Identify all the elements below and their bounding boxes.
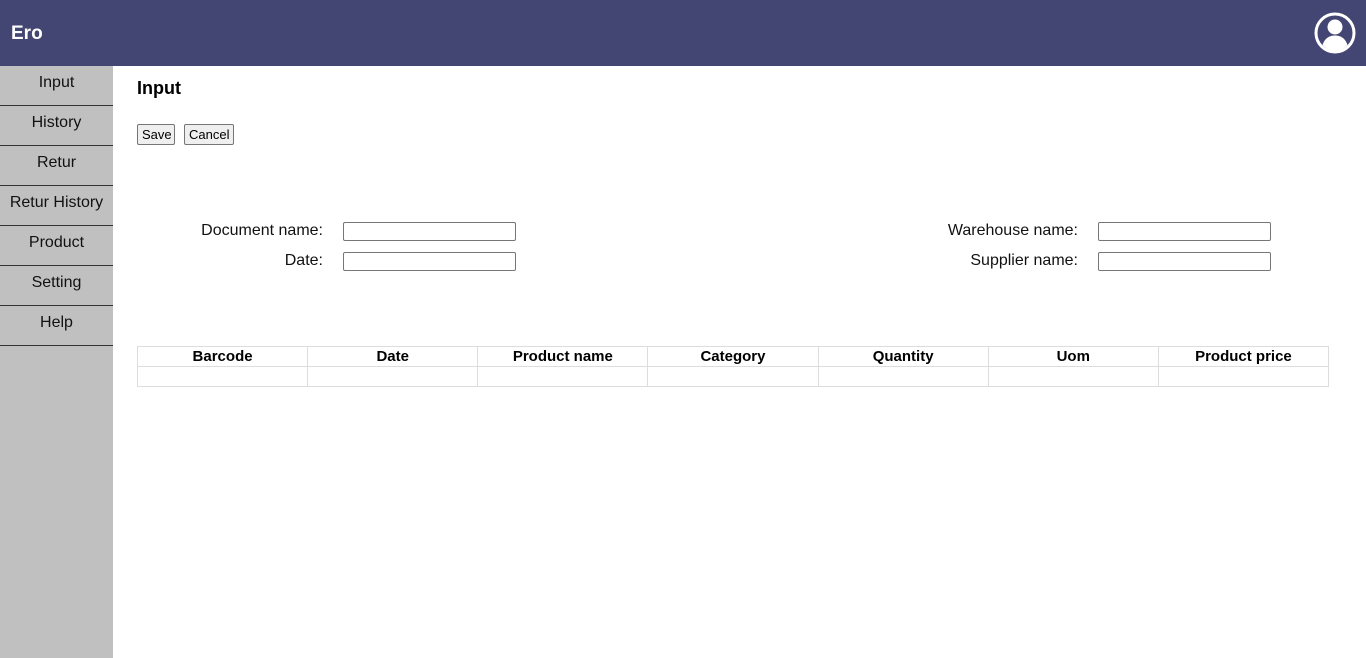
column-header-category: Category	[647, 346, 819, 367]
table-cell-uom[interactable]	[987, 366, 1159, 387]
column-header-product-name: Product name	[477, 346, 649, 367]
date-field[interactable]	[343, 252, 516, 271]
document-name-field[interactable]	[343, 222, 516, 241]
table-cell-quantity[interactable]	[817, 366, 989, 387]
user-circle-icon[interactable]	[1314, 12, 1356, 54]
app-title: Ero	[11, 23, 43, 44]
page-title: Input	[137, 78, 181, 98]
column-header-uom: Uom	[987, 346, 1159, 367]
sidebar-item-help[interactable]: Help	[0, 306, 113, 346]
sidebar-item-retur-history[interactable]: Retur History	[0, 186, 113, 226]
sidebar-item-product[interactable]: Product	[0, 226, 113, 266]
table-cell-barcode[interactable]	[136, 366, 309, 387]
input-table: Barcode Date Product name Category Quant…	[136, 346, 1330, 387]
table-cell-date[interactable]	[307, 366, 479, 387]
warehouse-name-label: Warehouse name:	[947, 222, 1078, 239]
sidebar: Input History Retur Retur History Produc…	[0, 66, 113, 658]
table-cell-product-price[interactable]	[1157, 366, 1330, 387]
table-header-row: Barcode Date Product name Category Quant…	[136, 346, 1330, 367]
sidebar-item-history[interactable]: History	[0, 106, 113, 146]
date-label: Date:	[284, 252, 323, 269]
table-cell-product-name[interactable]	[477, 366, 649, 387]
avatar-graphic	[1314, 12, 1356, 54]
column-header-date: Date	[307, 346, 479, 367]
supplier-name-field[interactable]	[1098, 252, 1271, 271]
sidebar-item-input[interactable]: Input	[0, 66, 113, 106]
column-header-barcode: Barcode	[136, 346, 309, 367]
warehouse-name-field[interactable]	[1098, 222, 1271, 241]
cancel-button[interactable]: Cancel	[184, 124, 234, 145]
table-cell-category[interactable]	[647, 366, 819, 387]
supplier-name-label: Supplier name:	[970, 252, 1078, 269]
save-button[interactable]: Save	[137, 124, 175, 145]
column-header-product-price: Product price	[1157, 346, 1330, 367]
top-bar: Ero	[0, 0, 1366, 66]
sidebar-item-retur[interactable]: Retur	[0, 146, 113, 186]
document-name-label: Document name:	[201, 222, 323, 239]
column-header-quantity: Quantity	[817, 346, 989, 367]
sidebar-item-setting[interactable]: Setting	[0, 266, 113, 306]
main-content: Input Save Cancel Document name: Date: W…	[113, 66, 1366, 658]
table-row	[136, 366, 1330, 387]
